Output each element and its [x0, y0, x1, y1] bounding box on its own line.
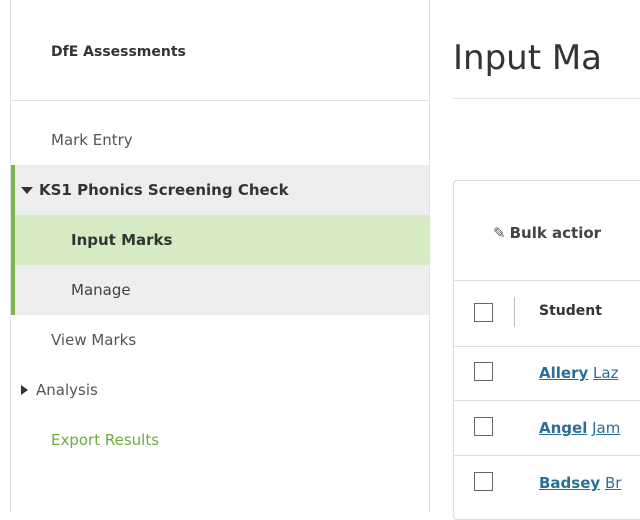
bulk-actions-label: Bulk actior — [509, 224, 602, 242]
sidebar-item-view-marks[interactable]: View Marks — [11, 315, 429, 365]
table-row-divider — [454, 346, 640, 347]
table-row[interactable]: Badsey Br — [539, 474, 621, 492]
column-separator — [514, 297, 515, 327]
sidebar-item-label: Mark Entry — [51, 131, 133, 149]
page-title: Input Ma — [453, 38, 603, 78]
sidebar-item-export-results[interactable]: Export Results — [11, 415, 429, 465]
sidebar-item-label: Analysis — [36, 381, 98, 399]
sidebar-divider — [11, 100, 429, 101]
caret-down-icon — [21, 186, 33, 194]
sidebar-item-ks1-phonics[interactable]: KS1 Phonics Screening Check — [11, 165, 429, 215]
student-forename-link[interactable]: Jam — [592, 419, 620, 437]
select-all-checkbox[interactable] — [474, 303, 493, 322]
sidebar-item-input-marks[interactable]: Input Marks — [11, 215, 429, 265]
row-checkbox[interactable] — [474, 417, 493, 436]
sidebar-item-label: KS1 Phonics Screening Check — [39, 181, 289, 199]
sidebar: DfE Assessments Mark Entry KS1 Phonics S… — [10, 0, 430, 512]
student-forename-link[interactable]: Laz — [593, 364, 618, 382]
table-row[interactable]: Angel Jam — [539, 419, 620, 437]
student-surname-link[interactable]: Angel — [539, 419, 587, 437]
student-surname-link[interactable]: Badsey — [539, 474, 600, 492]
caret-right-icon — [21, 385, 28, 395]
panel-divider — [454, 280, 640, 281]
bulk-actions-button[interactable]: ✎ Bulk actior — [493, 224, 601, 242]
row-checkbox[interactable] — [474, 472, 493, 491]
student-forename-link[interactable]: Br — [605, 474, 621, 492]
row-checkbox[interactable] — [474, 362, 493, 381]
sidebar-item-mark-entry[interactable]: Mark Entry — [11, 115, 429, 165]
table-row-divider — [454, 455, 640, 456]
sidebar-item-manage[interactable]: Manage — [11, 265, 429, 315]
sidebar-title: DfE Assessments — [51, 44, 186, 60]
student-surname-link[interactable]: Allery — [539, 364, 588, 382]
title-divider — [453, 98, 640, 99]
student-column-header[interactable]: Student — [539, 303, 602, 319]
sidebar-item-label: Manage — [71, 281, 131, 299]
table-row[interactable]: Allery Laz — [539, 364, 618, 382]
sidebar-item-label: Input Marks — [71, 231, 173, 249]
pencil-icon: ✎ — [493, 224, 506, 242]
sidebar-item-analysis[interactable]: Analysis — [11, 365, 429, 415]
table-row-divider — [454, 400, 640, 401]
sidebar-item-label: Export Results — [51, 431, 160, 449]
sidebar-item-label: View Marks — [51, 331, 137, 349]
